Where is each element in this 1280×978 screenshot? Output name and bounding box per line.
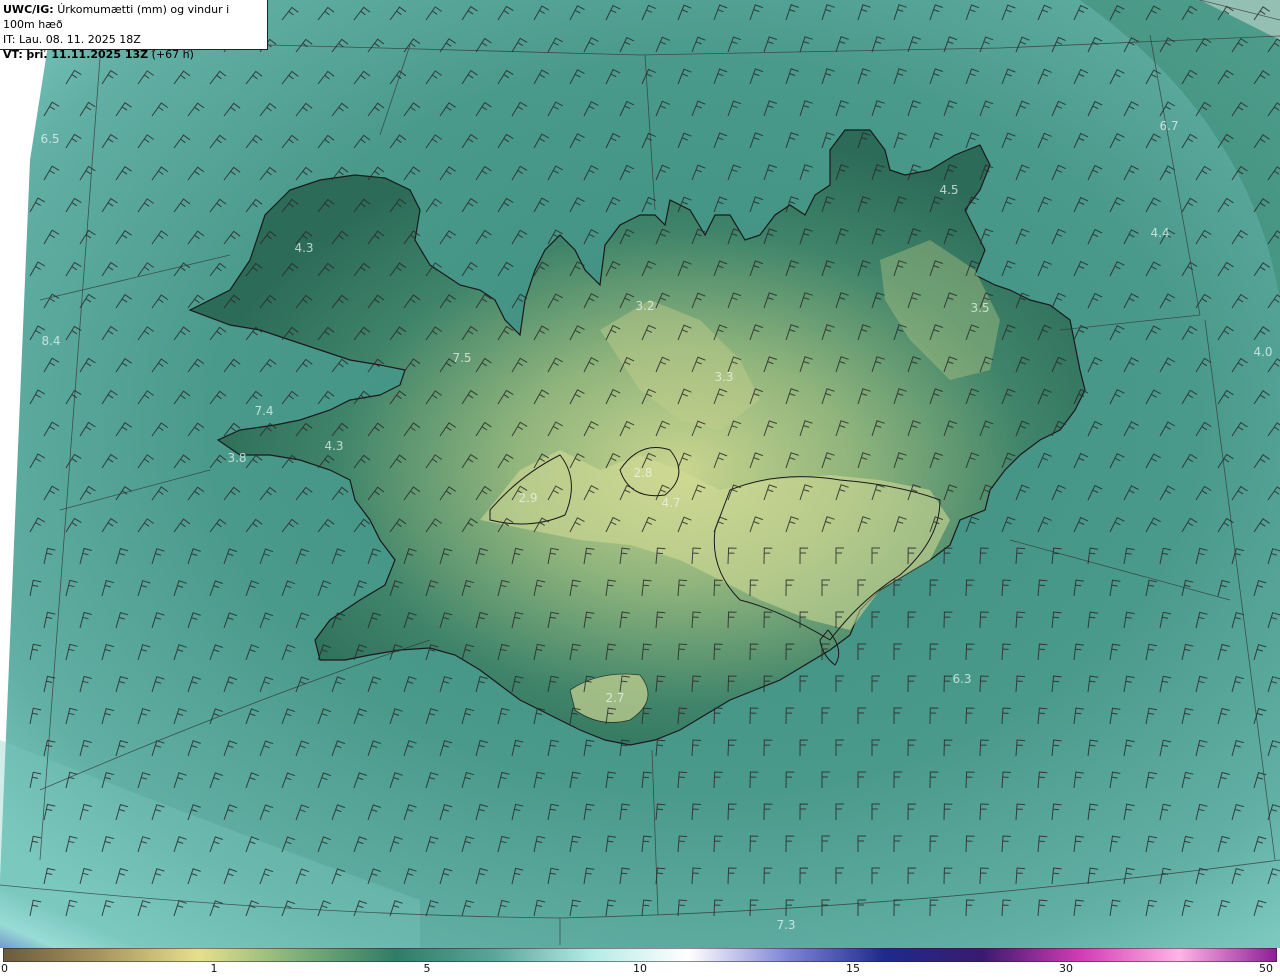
map-value-label: 6.7 bbox=[1159, 119, 1179, 133]
lead-time: (+67 h) bbox=[151, 48, 194, 61]
colorbar-tick-label: 5 bbox=[423, 962, 431, 975]
map-value-label: 4.3 bbox=[324, 439, 344, 453]
map-value-label: 4.3 bbox=[294, 241, 314, 255]
map-value-label: 3.2 bbox=[635, 299, 655, 313]
colorbar-tick-label: 10 bbox=[633, 962, 647, 975]
map-value-label: 2.7 bbox=[605, 691, 625, 705]
colorbar bbox=[3, 948, 1277, 962]
initial-time: IT: Lau. 08. 11. 2025 18Z bbox=[3, 33, 141, 46]
model-label: UWC/IG: bbox=[3, 3, 54, 16]
map-value-label: 8.4 bbox=[41, 334, 61, 348]
map-value-label: 7.4 bbox=[254, 404, 274, 418]
map-info-box: UWC/IG: Úrkomumætti (mm) og vindur i 100… bbox=[0, 0, 268, 61]
map-value-label: 4.4 bbox=[1150, 226, 1170, 240]
title-line: UWC/IG: Úrkomumætti (mm) og vindur i 100… bbox=[3, 2, 264, 32]
map-value-label: 4.5 bbox=[939, 183, 959, 197]
map-value-label: 7.5 bbox=[452, 351, 472, 365]
valid-label: VT: bbox=[3, 48, 23, 61]
colorbar-ticks: 0 1 5 10 15 30 50 bbox=[0, 962, 1280, 978]
map-value-label: 4.0 bbox=[1253, 345, 1273, 359]
colorbar-tick-label: 0 bbox=[1, 962, 8, 975]
colorbar-tick-label: 30 bbox=[1059, 962, 1073, 975]
map-value-label: 3.8 bbox=[227, 451, 247, 465]
map-value-label: 7.3 bbox=[776, 918, 796, 932]
valid-time: þri. 11.11.2025 13Z bbox=[26, 48, 149, 61]
valid-time-line: VT: þri. 11.11.2025 13Z (+67 h) bbox=[3, 47, 264, 62]
colorbar-tick-label: 50 bbox=[1259, 962, 1273, 975]
colorbar-tick-label: 15 bbox=[846, 962, 860, 975]
map-value-label: 3.5 bbox=[970, 301, 990, 315]
map-value-label: 6.5 bbox=[40, 132, 60, 146]
map-value-label: 2.9 bbox=[518, 491, 538, 505]
colorbar-tick-label: 1 bbox=[210, 962, 218, 975]
map-value-label: 3.3 bbox=[714, 370, 734, 384]
map-value-label: 4.7 bbox=[661, 496, 681, 510]
map-value-label: 6.3 bbox=[952, 672, 972, 686]
map-value-label: 2.8 bbox=[633, 466, 653, 480]
